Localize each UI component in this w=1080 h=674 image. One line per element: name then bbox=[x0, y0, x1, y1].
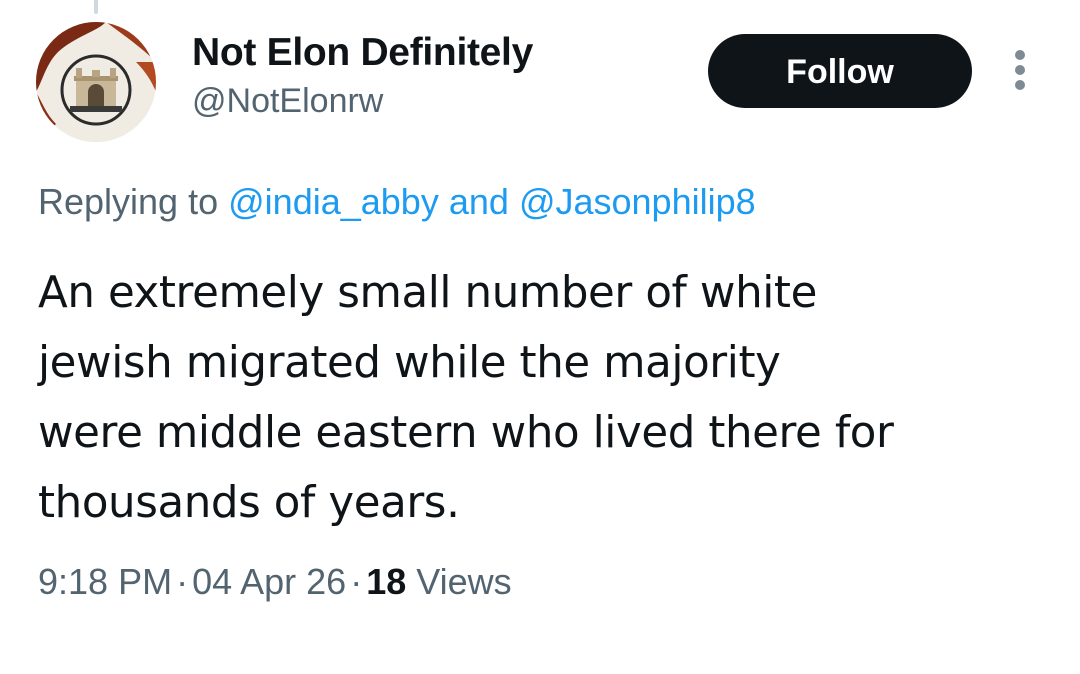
follow-button[interactable]: Follow bbox=[708, 34, 972, 108]
tweet-text-line: thousands of years. bbox=[38, 478, 460, 528]
meta-separator: · bbox=[176, 561, 189, 602]
views-count[interactable]: 18 bbox=[366, 561, 406, 602]
tweet-date[interactable]: 04 Apr 26 bbox=[192, 561, 346, 602]
reply-context: Replying to @india_abby and @Jasonphilip… bbox=[38, 176, 756, 228]
more-dot-icon bbox=[1015, 80, 1025, 90]
mention-link[interactable]: @Jasonphilip8 bbox=[519, 181, 756, 222]
meta-separator: · bbox=[350, 561, 363, 602]
views-label[interactable]: Views bbox=[416, 561, 511, 602]
avatar[interactable] bbox=[36, 22, 156, 142]
author-block[interactable]: Not Elon Definitely @NotElonrw bbox=[192, 30, 533, 122]
mention-link[interactable]: @india_abby bbox=[228, 181, 439, 222]
tweet-text: An extremely small number of white jewis… bbox=[38, 258, 1048, 538]
tweet-text-line: An extremely small number of white bbox=[38, 268, 817, 318]
tweet-text-line: were middle eastern who lived there for bbox=[38, 408, 894, 458]
tweet-meta: 9:18 PM · 04 Apr 26 · 18 Views bbox=[38, 556, 512, 608]
tweet-text-line: jewish migrated while the majority bbox=[38, 338, 781, 388]
thread-connector-line bbox=[94, 0, 98, 14]
gateway-of-india-icon bbox=[36, 22, 156, 142]
more-dot-icon bbox=[1015, 65, 1025, 75]
author-handle[interactable]: @NotElonrw bbox=[192, 80, 533, 122]
tweet-time[interactable]: 9:18 PM bbox=[38, 561, 172, 602]
reply-prefix: Replying to bbox=[38, 181, 219, 222]
reply-joiner: and bbox=[448, 181, 509, 222]
more-options-icon[interactable] bbox=[1006, 50, 1034, 94]
author-display-name[interactable]: Not Elon Definitely bbox=[192, 30, 533, 76]
more-dot-icon bbox=[1015, 50, 1025, 60]
